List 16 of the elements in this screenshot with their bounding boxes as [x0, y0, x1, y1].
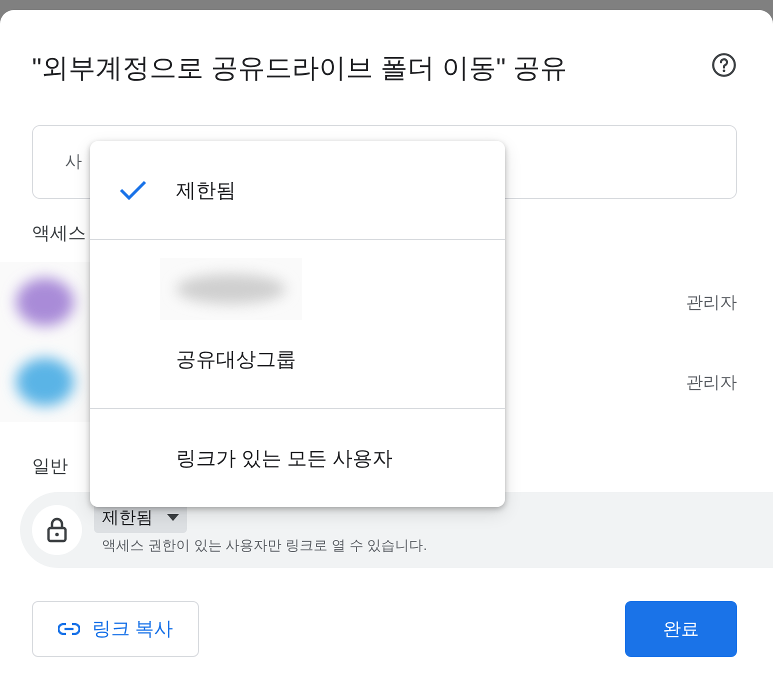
lock-icon [46, 517, 68, 543]
check-icon [118, 178, 148, 202]
menu-option[interactable]: 링크가 있는 모든 사용자 [90, 423, 505, 493]
menu-option[interactable]: 제한됨 [90, 141, 505, 239]
copy-link-button[interactable]: 링크 복사 [32, 601, 199, 657]
link-icon [58, 623, 80, 635]
caret-icon [167, 514, 179, 520]
access-description: 액세스 권한이 있는 사용자만 링크로 열 수 있습니다. [102, 536, 428, 554]
menu-option[interactable]: 공유대상그룹 [90, 324, 505, 394]
role-label[interactable]: 관리자 [686, 370, 737, 394]
dialog-title: "외부계정으로 공유드라이브 폴더 이동" 공유 [32, 52, 568, 85]
section-label: 액세스 [32, 222, 86, 245]
done-button[interactable]: 완료 [625, 601, 737, 657]
help-icon[interactable] [711, 52, 737, 78]
role-label[interactable]: 관리자 [686, 290, 737, 314]
section-label: 일반 [32, 455, 68, 478]
